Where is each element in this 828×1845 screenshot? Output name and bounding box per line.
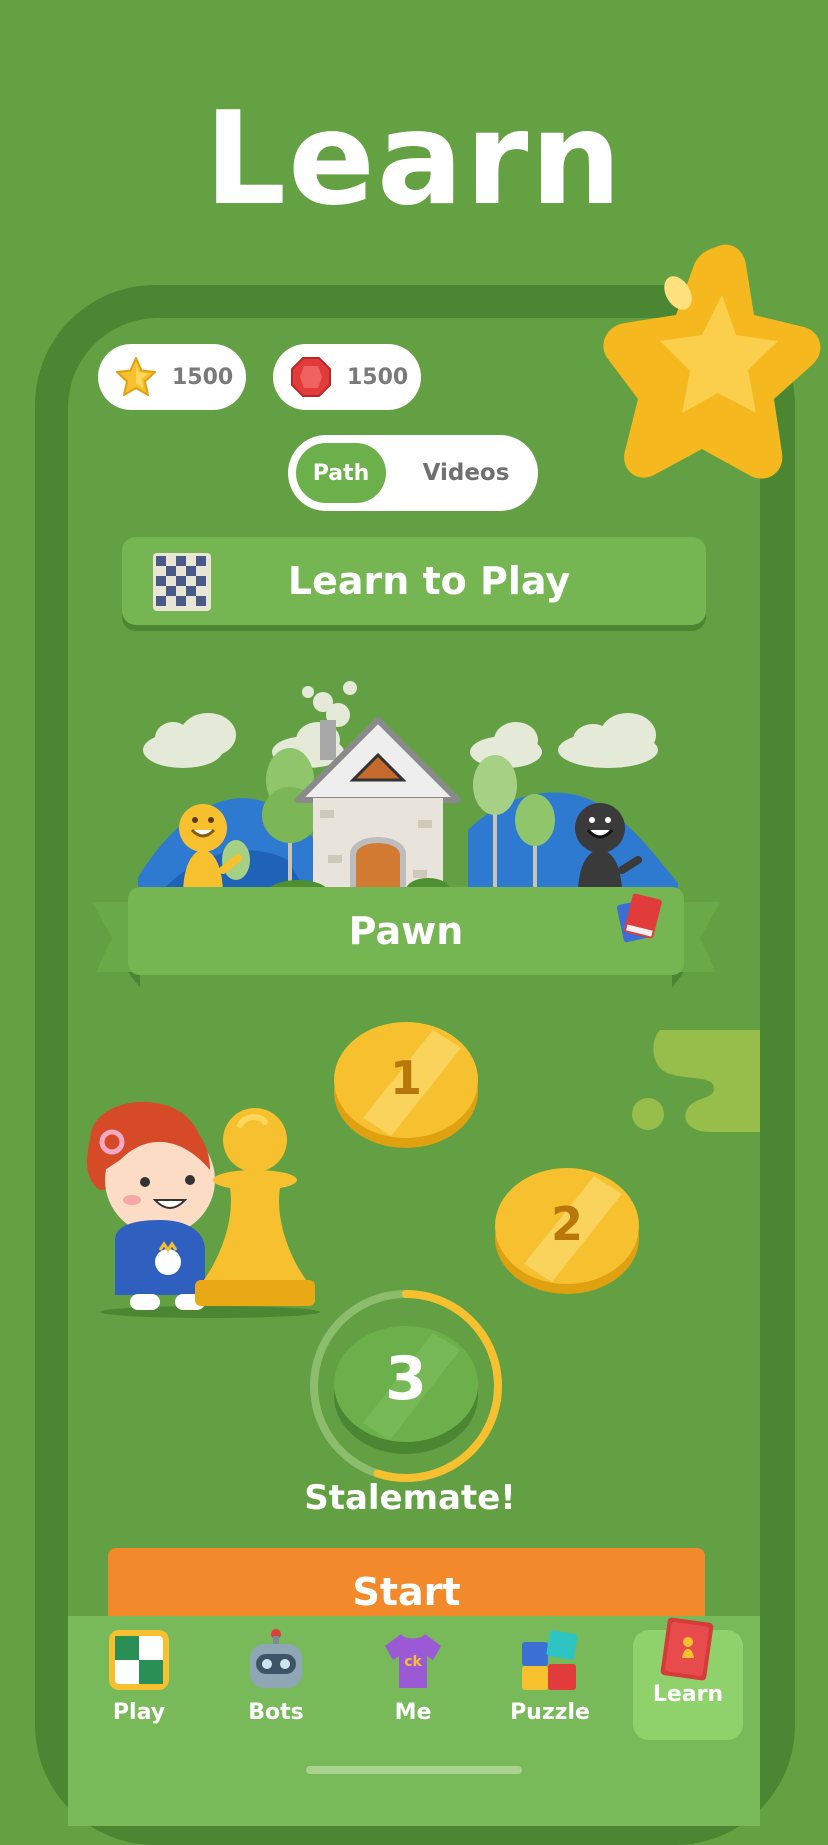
nav-tab-play[interactable]: Play bbox=[79, 1628, 199, 1746]
tab-videos[interactable]: Videos bbox=[406, 443, 526, 503]
star-currency-pill[interactable]: 1500 bbox=[98, 344, 246, 410]
gem-currency-value: 1500 bbox=[347, 364, 409, 390]
nav-label-puzzle: Puzzle bbox=[510, 1700, 590, 1725]
nav-tab-me[interactable]: ck Me bbox=[353, 1628, 473, 1746]
gem-currency-pill[interactable]: 1500 bbox=[273, 344, 421, 410]
nav-tab-bots[interactable]: Bots bbox=[216, 1628, 336, 1746]
lesson-1-button[interactable]: 1 bbox=[333, 1018, 479, 1138]
lesson-3-button[interactable]: 3 bbox=[308, 1288, 504, 1470]
star-currency-value: 1500 bbox=[172, 364, 234, 390]
page-headline: Learn bbox=[204, 85, 624, 234]
nav-tab-learn[interactable]: Learn bbox=[633, 1617, 743, 1740]
girl-with-pawn-illustration bbox=[87, 1101, 320, 1318]
nav-label-learn: Learn bbox=[652, 1682, 724, 1707]
star-coin-icon bbox=[116, 357, 156, 396]
home-indicator[interactable] bbox=[306, 1766, 522, 1774]
tab-path[interactable]: Path bbox=[296, 443, 386, 503]
gem-icon bbox=[291, 357, 331, 397]
pawn-village-illustration bbox=[138, 681, 678, 895]
lesson-2-button[interactable]: 2 bbox=[494, 1164, 640, 1284]
splash-decoration bbox=[632, 1030, 760, 1132]
play-board-icon bbox=[109, 1630, 169, 1690]
decorative-star-icon bbox=[603, 244, 821, 479]
robot-icon bbox=[250, 1629, 302, 1688]
tshirt-icon: ck bbox=[385, 1634, 441, 1688]
current-lesson-title: Stalemate! bbox=[304, 1478, 516, 1518]
learn-book-icon bbox=[660, 1617, 714, 1681]
unit-title: Pawn bbox=[348, 909, 464, 953]
nav-label-bots: Bots bbox=[248, 1700, 304, 1725]
book-icon[interactable] bbox=[612, 888, 668, 944]
nav-tab-puzzle[interactable]: Puzzle bbox=[490, 1628, 610, 1746]
chessboard-icon bbox=[153, 553, 211, 611]
svg-text:ck: ck bbox=[404, 1654, 422, 1670]
nav-label-me: Me bbox=[394, 1700, 432, 1725]
nav-label-play: Play bbox=[112, 1700, 166, 1725]
puzzle-icon bbox=[522, 1630, 578, 1690]
